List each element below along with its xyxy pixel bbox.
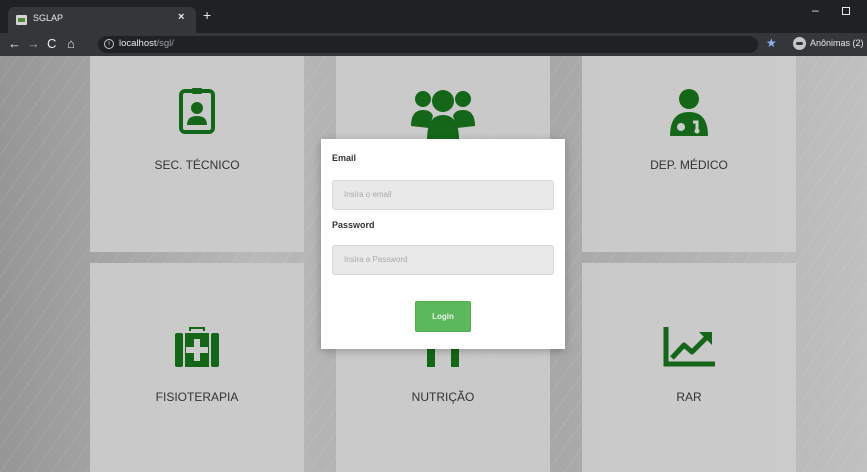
address-bar[interactable]: i localhost/sgl/ — [98, 36, 758, 53]
maximize-icon[interactable] — [842, 7, 850, 15]
home-icon[interactable]: ⌂ — [67, 35, 75, 53]
login-modal: Email Insira o email Password Insira a P… — [321, 139, 565, 349]
back-arrow-icon[interactable]: ← — [8, 35, 21, 53]
email-label: Email — [332, 153, 357, 163]
forward-arrow-icon[interactable]: → — [27, 35, 40, 53]
url-path: /sgl/ — [156, 38, 174, 49]
password-field[interactable]: Insira a Password — [332, 245, 554, 275]
bookmark-star-icon[interactable]: ★ — [766, 36, 777, 50]
favicon-icon — [16, 15, 27, 25]
browser-tab-bar: SGLAP × + – — [0, 0, 867, 33]
tab-close-icon[interactable]: × — [178, 11, 184, 23]
new-tab-button[interactable]: + — [203, 8, 211, 22]
info-icon[interactable]: i — [104, 39, 114, 49]
page-viewport: SEC. TÉCNICO DEP. MÉDICO FISIOTERAPIA NU… — [0, 56, 867, 472]
reload-icon[interactable]: C — [47, 35, 56, 53]
url-host: localhost — [119, 38, 157, 49]
login-button[interactable]: Login — [415, 301, 471, 332]
password-label: Password — [332, 220, 375, 230]
email-field[interactable]: Insira o email — [332, 180, 554, 210]
incognito-profile-icon[interactable] — [793, 37, 806, 50]
url-text: localhost/sgl/ — [119, 38, 174, 49]
browser-tab[interactable]: SGLAP × — [8, 7, 196, 33]
profile-label[interactable]: Anônimas (2) — [810, 38, 864, 48]
browser-toolbar: ← → C ⌂ i localhost/sgl/ ★ Anônimas (2) — [0, 33, 867, 56]
tab-title: SGLAP — [33, 13, 64, 23]
minimize-icon[interactable]: – — [812, 3, 819, 17]
